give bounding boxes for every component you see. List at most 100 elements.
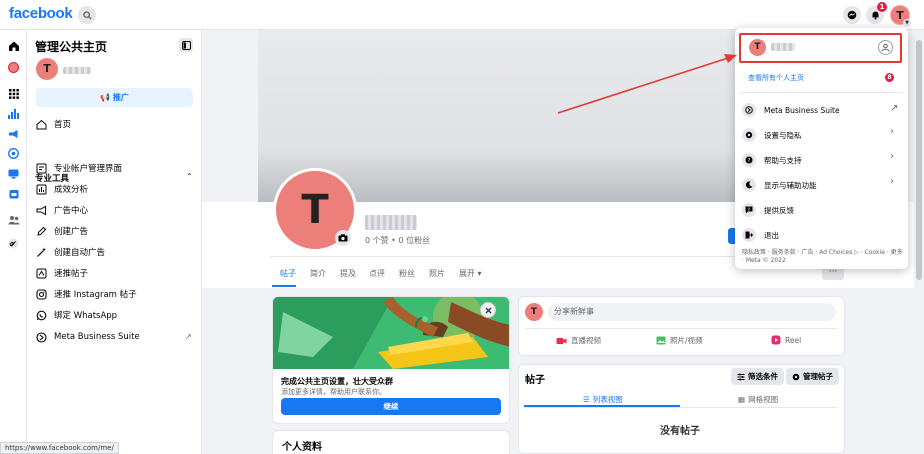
- menu-divider: [740, 92, 903, 93]
- sidebar-item-label: 专业帐户管理界面: [54, 164, 123, 174]
- sidebar-item-meta-business-suite[interactable]: Meta Business Suite: [35, 328, 195, 346]
- sidebar-item-boost-instagram-post[interactable]: 速推 Instagram 帖子: [35, 285, 195, 303]
- tab-photos[interactable]: 照片: [429, 268, 445, 279]
- list-view-tab[interactable]: ☰ 列表视图: [583, 394, 623, 405]
- menu-item-label: Meta Business Suite: [764, 105, 840, 115]
- rail-ads[interactable]: [6, 126, 21, 141]
- menu-item-settings-privacy[interactable]: 设置与隐私: [742, 127, 902, 143]
- filter-posts-button[interactable]: 筛选条件: [731, 368, 784, 385]
- sidebar-item-label: 速推 Instagram 帖子: [54, 290, 137, 300]
- rail-audience[interactable]: [6, 146, 21, 161]
- profile-switch-glyph: [881, 43, 890, 52]
- rail-insights[interactable]: [6, 106, 21, 121]
- blurred-profile-name: [771, 43, 795, 51]
- view-tabs-divider: [524, 407, 837, 408]
- rail-links[interactable]: [6, 236, 21, 251]
- menu-item-meta-business-suite[interactable]: Meta Business Suite: [742, 102, 902, 118]
- bell-icon: [872, 11, 878, 20]
- status-bar-url: https://www.facebook.com/me/: [0, 442, 119, 454]
- menu-footer-links[interactable]: 隐私政策 · 服务条款 · 广告 · Ad Choices ▷ · Cookie…: [742, 249, 905, 265]
- insights-icon: [35, 183, 48, 196]
- switch-profile-icon[interactable]: [878, 40, 893, 55]
- tab-mentions[interactable]: 提及: [340, 268, 356, 279]
- profile-info-heading: 个人资料: [282, 442, 322, 453]
- rail-home[interactable]: [6, 38, 21, 53]
- tab-posts[interactable]: 帖子: [280, 268, 296, 279]
- messenger-button[interactable]: [843, 6, 861, 24]
- menu-item-label: 设置与隐私: [764, 130, 802, 140]
- grid-view-tab[interactable]: ▦ 网格视图: [738, 394, 778, 405]
- sidebar-item-professional-dashboard[interactable]: 专业帐户管理界面: [35, 159, 195, 177]
- chevron-right-icon: ›: [890, 176, 894, 187]
- camera-button[interactable]: [335, 230, 351, 246]
- grid-icon: [8, 88, 19, 99]
- rail-tools[interactable]: [6, 186, 21, 201]
- rail-page-avatar[interactable]: [6, 60, 21, 75]
- menu-item-label: 帮助与支持: [764, 155, 802, 165]
- whatsapp-icon: [35, 309, 48, 322]
- filter-icon: [737, 373, 745, 381]
- gear-icon: [742, 128, 756, 142]
- svg-text:?: ?: [748, 158, 751, 164]
- page-avatar[interactable]: T: [36, 58, 58, 80]
- menu-item-give-feedback[interactable]: 提供反馈: [742, 202, 902, 218]
- monitor-icon: [8, 169, 19, 178]
- sidebar-item-home[interactable]: 首页: [35, 115, 195, 133]
- rail-inbox[interactable]: [6, 166, 21, 181]
- active-tab-indicator: [272, 285, 296, 287]
- menu-item-log-out[interactable]: 退出: [742, 227, 902, 243]
- manage-page-panel: 管理公共主页 T 📢 推广 首页 专业工具 ⌃ 专业帐户管理界面 成效分析 广告…: [27, 30, 202, 454]
- meta-business-suite-icon: [35, 331, 48, 344]
- sidebar-item-create-automated-ad[interactable]: 创建自动广告: [35, 243, 195, 261]
- close-card-button[interactable]: [480, 302, 496, 318]
- see-all-profiles-link[interactable]: 查看所有个人主页: [748, 73, 804, 83]
- magic-wand-icon: [35, 246, 48, 259]
- chevron-right-icon: ›: [890, 126, 894, 137]
- scrollbar-thumb[interactable]: [916, 40, 922, 280]
- compose-divider: [525, 328, 837, 329]
- menu-item-display-accessibility[interactable]: 显示与辅助功能: [742, 177, 902, 193]
- megaphone-outline-icon: [35, 204, 48, 217]
- tab-about[interactable]: 简介: [310, 268, 326, 279]
- sidebar-item-create-ad[interactable]: 创建广告: [35, 222, 195, 240]
- rail-menu[interactable]: [6, 86, 21, 101]
- setup-illustration: [273, 297, 509, 369]
- sidebar-item-ad-center[interactable]: 广告中心: [35, 201, 195, 219]
- facebook-logo[interactable]: facebook: [9, 5, 73, 22]
- continue-setup-button[interactable]: 继续: [281, 398, 501, 415]
- page-stats[interactable]: 0 个赞 • 0 位粉丝: [365, 235, 430, 246]
- gear-icon: [792, 373, 800, 381]
- compose-avatar[interactable]: T: [525, 303, 543, 321]
- promote-label: 推广: [112, 93, 129, 102]
- bar-chart-icon: [8, 108, 19, 119]
- live-video-button[interactable]: 直播视频: [556, 335, 601, 346]
- sidebar-item-label: 创建自动广告: [54, 248, 106, 258]
- sidebar-item-boost-post[interactable]: 速推帖子: [35, 264, 195, 282]
- tab-more[interactable]: 展开 ▾: [459, 268, 482, 279]
- manage-posts-button[interactable]: 管理帖子: [786, 368, 839, 385]
- search-button[interactable]: [78, 6, 96, 24]
- grid-view-icon: ▦: [738, 395, 746, 404]
- promote-button[interactable]: 📢 推广: [36, 88, 193, 107]
- home-outline-icon: [35, 118, 48, 131]
- compose-post-input[interactable]: 分享新鲜事: [548, 303, 836, 321]
- sidebar-item-connect-whatsapp[interactable]: 绑定 WhatsApp: [35, 306, 195, 324]
- menu-item-help-support[interactable]: ? 帮助与支持: [742, 152, 902, 168]
- tab-reviews[interactable]: 点评: [369, 268, 385, 279]
- people-icon: [8, 215, 19, 224]
- link-icon: [8, 238, 19, 249]
- rail-groups[interactable]: [6, 212, 21, 227]
- notification-badge: 1: [877, 2, 887, 12]
- sidebar-item-label: Meta Business Suite: [54, 332, 140, 342]
- photo-video-button[interactable]: 照片/视频: [656, 335, 703, 346]
- tab-followers[interactable]: 粉丝: [399, 268, 415, 279]
- profiles-count-badge: 8: [885, 73, 894, 82]
- sidebar-item-insights[interactable]: 成效分析: [35, 180, 195, 198]
- collapse-panel-icon[interactable]: [179, 38, 193, 52]
- chevron-down-icon[interactable]: ▼: [903, 19, 911, 27]
- sidebar-item-label: 成效分析: [54, 185, 89, 195]
- reel-button[interactable]: Reel: [771, 335, 801, 345]
- list-icon: ☰: [583, 395, 590, 404]
- globe-icon: [8, 148, 19, 159]
- video-camera-icon: [556, 337, 567, 345]
